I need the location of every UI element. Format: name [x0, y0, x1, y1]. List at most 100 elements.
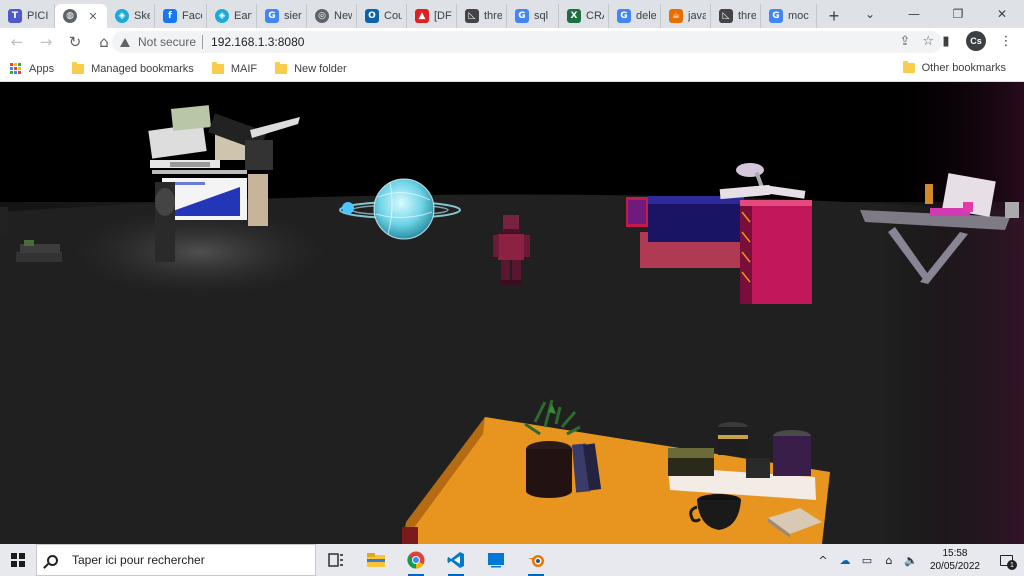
java-icon: ☕	[669, 9, 683, 23]
folder-icon	[72, 61, 85, 74]
browser-tab[interactable]: ☕ java	[661, 4, 711, 28]
tab-title: Earth	[234, 10, 252, 22]
tab-search-icon[interactable]: ⌄	[848, 0, 892, 28]
google-icon: G	[515, 9, 529, 23]
browser-tab[interactable]: ◺ thre	[711, 4, 761, 28]
tab-title: sql	[534, 10, 549, 22]
address-bar[interactable]: Not secure 192.168.1.3:8080 ⇪ ☆	[112, 31, 942, 53]
notification-badge: 1	[1007, 560, 1017, 570]
share-icon[interactable]: ⇪	[899, 34, 910, 49]
profile-avatar[interactable]: Cs	[966, 31, 986, 51]
start-button[interactable]	[0, 544, 36, 576]
taskbar-search[interactable]: Taper ici pour rechercher	[36, 544, 316, 576]
browser-tab[interactable]: O Cou	[357, 4, 407, 28]
system-clock[interactable]: 15:58 20/05/2022	[930, 547, 980, 573]
security-label[interactable]: Not secure	[138, 35, 196, 49]
tab-title: sierr	[284, 10, 302, 22]
chrome-menu-icon[interactable]: ⋮	[996, 31, 1016, 51]
threejs-canvas[interactable]	[0, 82, 1024, 544]
close-tab-icon[interactable]: ✕	[86, 10, 100, 23]
bookmark-label: Apps	[29, 62, 55, 75]
chrome-icon: ◎	[315, 9, 329, 23]
apps-grid-icon	[10, 62, 22, 75]
tab-title: dele	[636, 10, 656, 22]
file-explorer-app[interactable]	[356, 544, 396, 576]
blender-icon	[528, 555, 544, 567]
browser-tab[interactable]: ◺ thre	[457, 4, 507, 28]
bookmark-label: MAIF	[230, 62, 258, 75]
chrome-icon	[407, 551, 425, 569]
omnibox-actions: ⇪ ☆	[899, 34, 934, 49]
tab-title: moc	[788, 10, 809, 22]
onedrive-icon[interactable]: ☁	[836, 544, 854, 576]
browser-tab[interactable]: X CRA	[559, 4, 609, 28]
window-app[interactable]	[476, 544, 516, 576]
browser-tab[interactable]: Gsierr	[257, 4, 307, 28]
tab-title: Sket	[134, 10, 150, 22]
sketchfab-icon: ◈	[115, 9, 129, 23]
task-view-icon	[328, 553, 343, 567]
restore-button[interactable]: ❐	[936, 0, 980, 28]
google-icon: G	[265, 9, 279, 23]
side-panel-icon[interactable]: ▮	[936, 31, 956, 51]
threejs-icon: ◺	[719, 9, 733, 23]
blender-app[interactable]	[516, 544, 556, 576]
reload-button[interactable]: ↻	[63, 30, 87, 54]
minimize-button[interactable]: —	[892, 0, 936, 28]
browser-tab[interactable]: T PICI	[0, 4, 55, 28]
search-icon	[47, 554, 58, 566]
browser-tab[interactable]: f Face	[155, 4, 207, 28]
right-wall-glow	[880, 82, 1024, 544]
app-window-icon	[488, 553, 504, 568]
search-placeholder: Taper ici pour rechercher	[72, 553, 205, 567]
globe-icon: ◍	[63, 9, 77, 23]
volume-icon[interactable]: 🔈	[902, 544, 920, 576]
file-explorer-icon	[367, 553, 385, 567]
browser-tab[interactable]: ◈ Earth	[207, 4, 257, 28]
browser-tab[interactable]: Gmoc	[761, 4, 817, 28]
treasure-chest-model	[626, 196, 744, 268]
bookmark-apps[interactable]: Apps	[10, 62, 55, 75]
bookmark-new-folder[interactable]: New folder	[275, 61, 347, 75]
bookmark-star-icon[interactable]: ☆	[922, 34, 934, 49]
tab-title: Face	[182, 10, 202, 22]
outlook-icon: O	[365, 9, 379, 23]
tab-title: New	[334, 10, 352, 22]
magenta-cabinet-model	[740, 200, 812, 304]
sketchfab-icon: ◈	[215, 9, 229, 23]
toolbar-right: ▮ Cs ⋮	[936, 31, 1016, 51]
close-window-button[interactable]: ✕	[980, 0, 1024, 28]
task-view-button[interactable]	[316, 544, 356, 576]
browser-tab[interactable]: ◎ New	[307, 4, 357, 28]
browser-tab[interactable]: Gdele	[609, 4, 661, 28]
new-tab-button[interactable]: +	[821, 4, 847, 28]
clock-date: 20/05/2022	[929, 561, 980, 572]
bookmark-other[interactable]: Other bookmarks	[902, 61, 1006, 74]
not-secure-warning-icon[interactable]	[120, 37, 130, 47]
bookmark-managed[interactable]: Managed bookmarks	[72, 61, 194, 75]
browser-tab[interactable]: Gsql	[507, 4, 559, 28]
browser-tab[interactable]: ◍ ✕	[55, 4, 107, 28]
notification-center-button[interactable]: 1	[994, 544, 1018, 576]
tray-chevron-icon[interactable]: ^	[814, 544, 832, 576]
system-tray: ^ ☁ ▭ ⌂ 🔈 15:58 20/05/2022 1	[814, 544, 1024, 576]
google-icon: G	[617, 9, 631, 23]
tab-title: java	[688, 10, 706, 22]
window-controls: ⌄ — ❐ ✕	[848, 0, 1024, 28]
tab-title: [DF]	[434, 10, 452, 22]
bookmark-maif[interactable]: MAIF	[211, 61, 258, 75]
forward-button[interactable]: →	[34, 30, 58, 54]
bookmarks-bar: Apps Managed bookmarks MAIF New folder O…	[0, 56, 1024, 82]
network-icon[interactable]: ⌂	[880, 544, 898, 576]
browser-tab[interactable]: ◈ Sket	[107, 4, 155, 28]
browser-tab[interactable]: ▲ [DF]	[407, 4, 457, 28]
folder-icon	[275, 61, 288, 74]
url-text[interactable]: 192.168.1.3:8080	[211, 35, 304, 49]
threejs-icon: ◺	[465, 9, 479, 23]
excel-icon: X	[567, 9, 581, 23]
battery-icon[interactable]: ▭	[858, 544, 876, 576]
back-button[interactable]: ←	[5, 30, 29, 54]
address-separator	[202, 35, 204, 49]
chrome-app[interactable]	[396, 544, 436, 576]
vscode-app[interactable]	[436, 544, 476, 576]
